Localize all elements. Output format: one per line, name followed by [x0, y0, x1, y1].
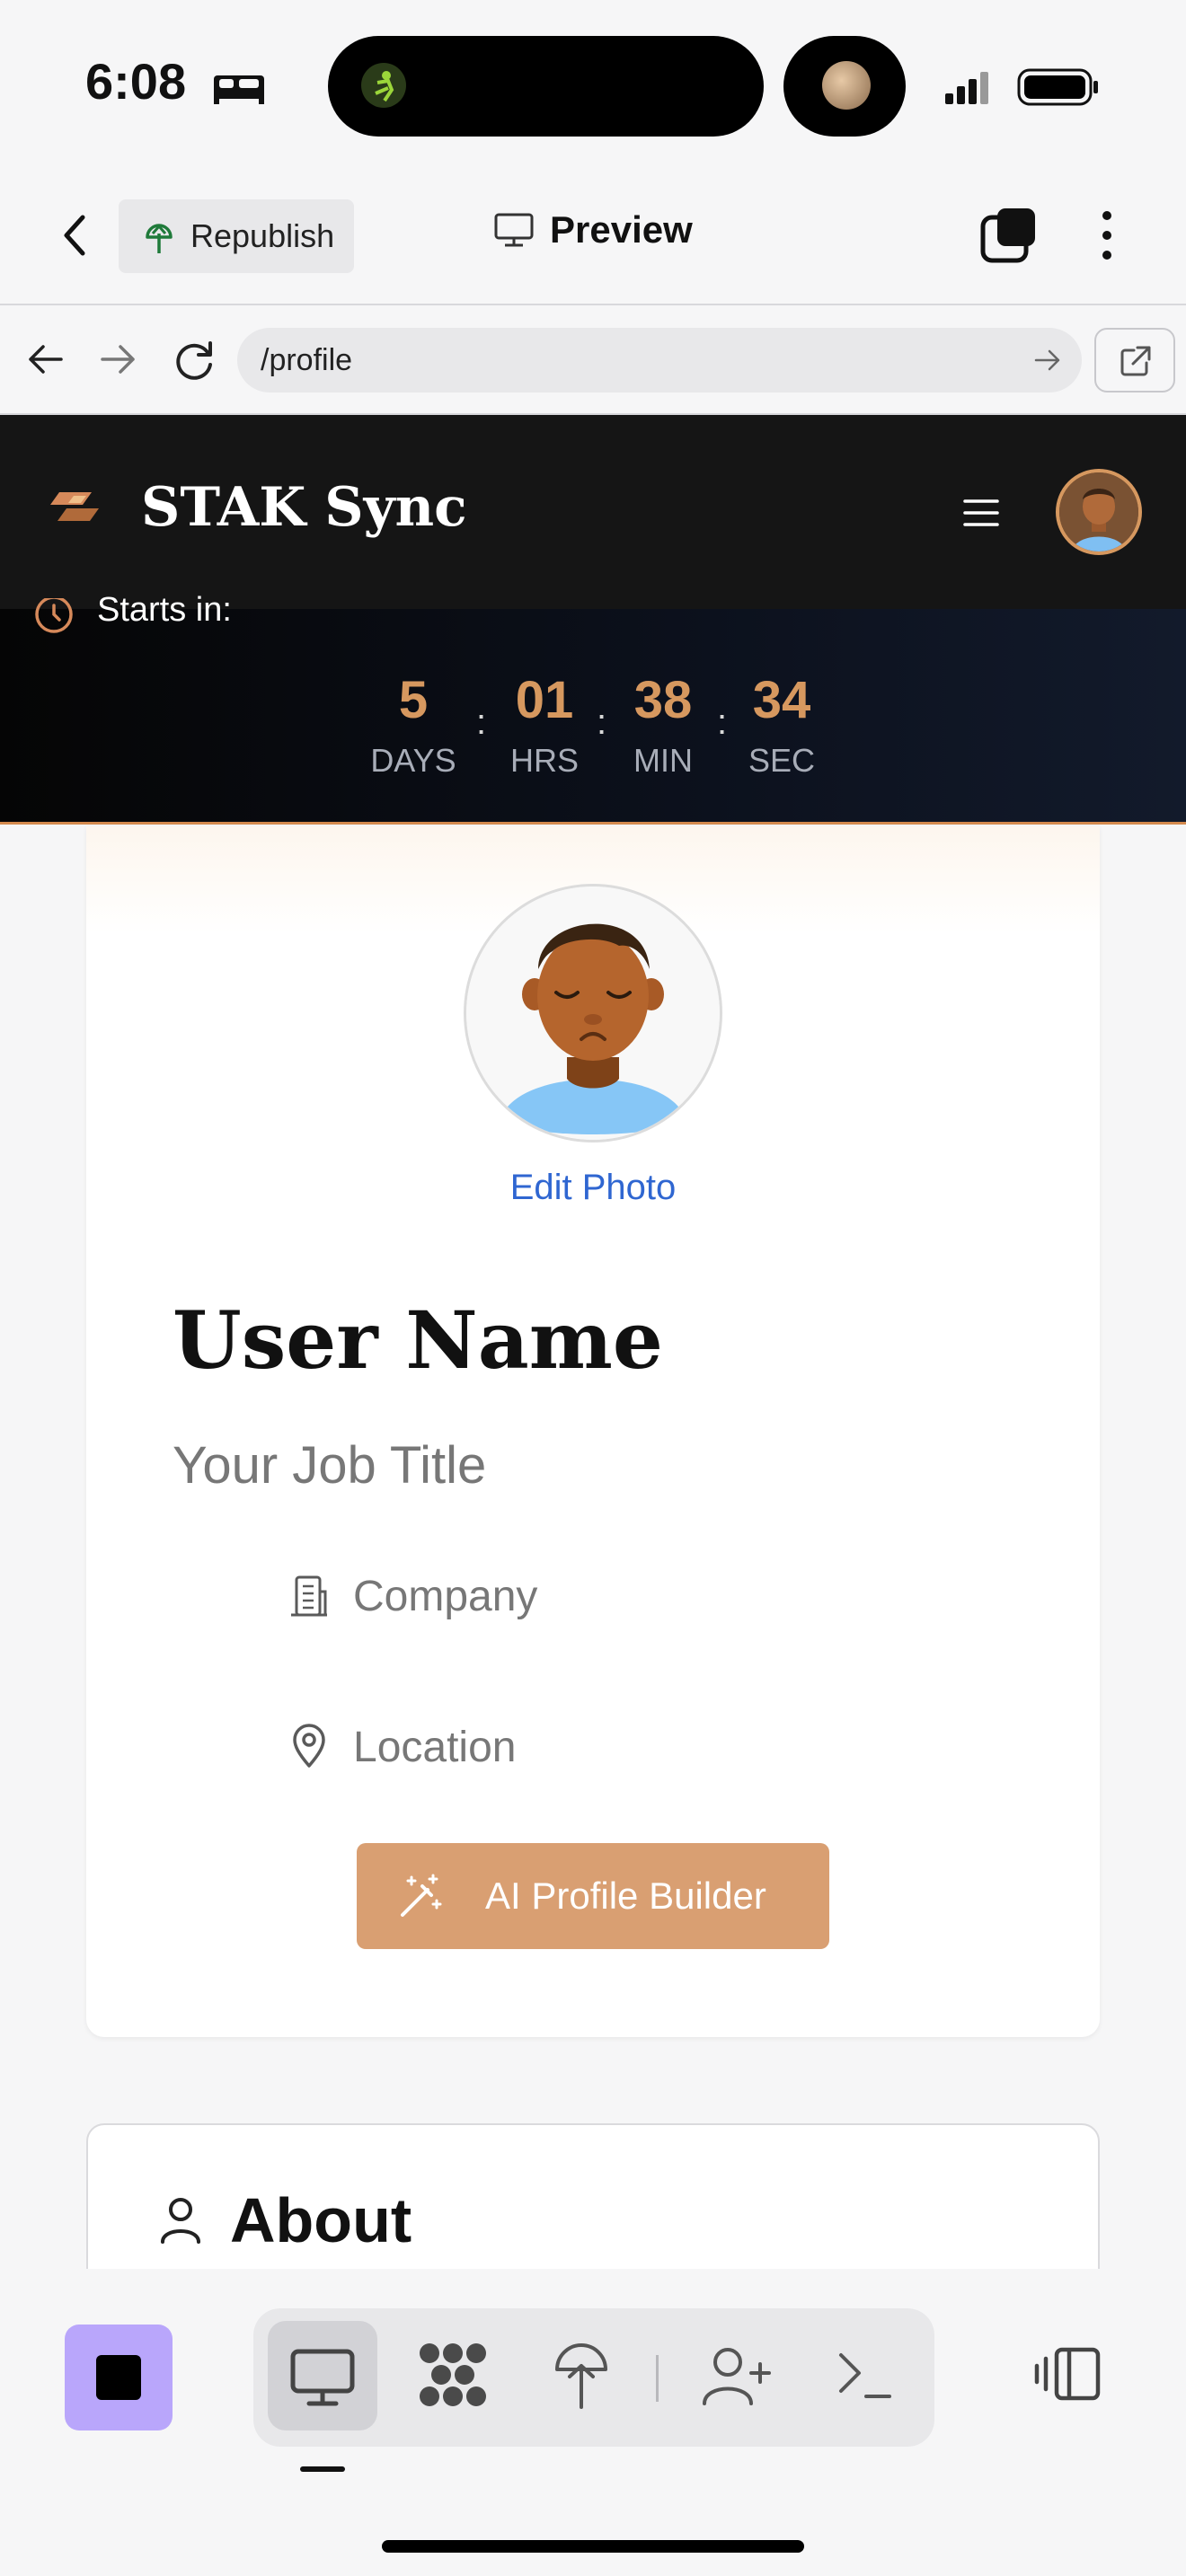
- brand-name[interactable]: STAK Sync: [141, 476, 467, 539]
- url-input[interactable]: /profile: [237, 328, 1082, 393]
- back-chevron-icon[interactable]: [58, 212, 93, 259]
- arrow-right-icon[interactable]: [99, 341, 138, 377]
- add-user-icon[interactable]: [701, 2344, 773, 2407]
- panel-layout-icon[interactable]: [1033, 2346, 1102, 2402]
- building-icon: [291, 1575, 327, 1617]
- countdown-days-label: DAYS: [370, 742, 456, 779]
- edit-photo-link[interactable]: Edit Photo: [431, 1168, 755, 1208]
- countdown-seconds-label: SEC: [748, 742, 816, 779]
- countdown-separator: :: [476, 702, 487, 742]
- preview-label: Preview: [550, 208, 693, 251]
- monitor-icon: [494, 213, 534, 247]
- replit-grid-icon[interactable]: [417, 2341, 489, 2409]
- url-path: /profile: [261, 342, 353, 377]
- deploy-icon[interactable]: [552, 2339, 611, 2409]
- url-go-arrow-icon[interactable]: [1033, 347, 1062, 374]
- map-pin-icon: [293, 1724, 325, 1768]
- avatar-illustration: [466, 887, 720, 1140]
- cellular-signal-icon: [945, 72, 988, 104]
- profile-avatar[interactable]: [464, 884, 722, 1142]
- deploy-tree-icon: [146, 224, 173, 253]
- terminal-icon[interactable]: [836, 2348, 893, 2402]
- external-link-icon: [1120, 346, 1151, 376]
- user-icon: [161, 2198, 200, 2244]
- arrow-left-icon[interactable]: [25, 341, 65, 377]
- tool-divider: [656, 2355, 659, 2402]
- countdown-hours-label: HRS: [509, 742, 579, 779]
- countdown-seconds-value: 34: [752, 671, 811, 729]
- more-vertical-icon[interactable]: [1098, 208, 1116, 262]
- job-title-field[interactable]: Your Job Title: [173, 1435, 486, 1495]
- ai-profile-builder-label: AI Profile Builder: [485, 1875, 766, 1917]
- location-field[interactable]: Location: [353, 1723, 516, 1772]
- user-name-field[interactable]: User Name: [173, 1293, 663, 1387]
- clock-icon: [35, 598, 73, 633]
- preview-tab[interactable]: Preview: [494, 208, 693, 251]
- tabs-icon[interactable]: [979, 207, 1039, 264]
- running-figure-icon: [375, 71, 394, 102]
- home-indicator: [382, 2540, 804, 2553]
- countdown-minutes-value: 38: [633, 671, 693, 729]
- republish-label: Republish: [190, 217, 335, 254]
- active-tab-indicator: [300, 2466, 345, 2472]
- stak-logo-icon: [50, 492, 99, 521]
- avatar-illustration: [1059, 472, 1138, 551]
- magic-wand-icon: [401, 1874, 442, 1917]
- header-avatar[interactable]: [1056, 469, 1142, 555]
- about-heading: About: [230, 2185, 412, 2255]
- media-artwork: [822, 61, 871, 110]
- countdown-days-value: 5: [398, 671, 429, 729]
- countdown-minutes-label: MIN: [633, 742, 693, 779]
- status-time: 6:08: [85, 53, 187, 110]
- countdown-hours-value: 01: [515, 671, 574, 729]
- countdown-separator: :: [597, 702, 607, 742]
- countdown-separator: :: [717, 702, 728, 742]
- company-field[interactable]: Company: [353, 1572, 537, 1621]
- hamburger-menu-icon[interactable]: [963, 498, 999, 528]
- countdown-label: Starts in:: [97, 591, 232, 629]
- monitor-icon: [290, 2349, 355, 2406]
- reload-icon[interactable]: [174, 340, 216, 381]
- stop-icon: [96, 2355, 141, 2400]
- battery-icon: [1017, 68, 1098, 106]
- sleep-bed-icon: [214, 75, 264, 104]
